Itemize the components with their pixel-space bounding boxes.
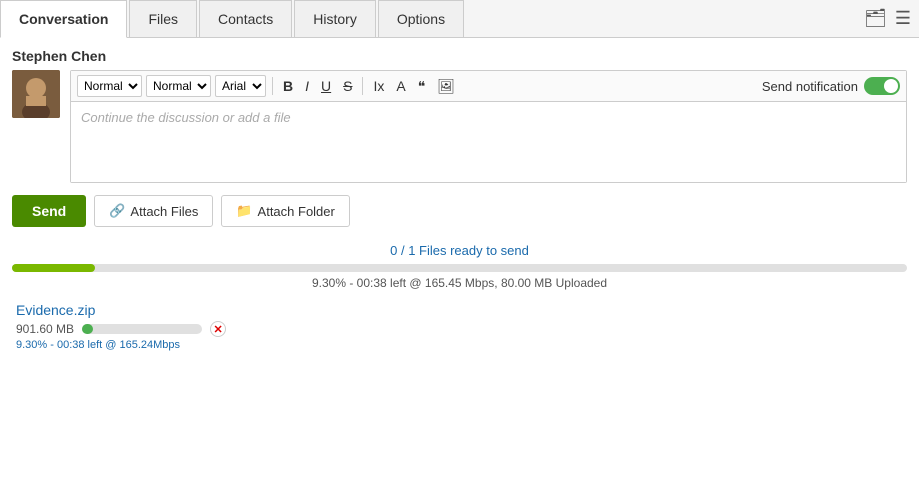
send-button[interactable]: Send bbox=[12, 195, 86, 227]
user-name: Stephen Chen bbox=[12, 48, 907, 64]
tab-options[interactable]: Options bbox=[378, 0, 464, 37]
editor-body[interactable]: Continue the discussion or add a file bbox=[71, 102, 906, 182]
italic-button[interactable]: I bbox=[301, 76, 313, 96]
paperclip-icon: 🔗 bbox=[109, 203, 125, 219]
file-item: Evidence.zip 901.60 MB ✕ 9.30% - 00:38 l… bbox=[12, 302, 907, 351]
overall-progress-fill bbox=[12, 264, 95, 272]
menu-icon[interactable]: ☰ bbox=[895, 8, 911, 29]
tab-contacts[interactable]: Contacts bbox=[199, 0, 292, 37]
files-ready-text: 0 / 1 Files ready to send bbox=[12, 243, 907, 258]
folder-icon: 📁 bbox=[236, 203, 252, 219]
attach-files-button[interactable]: 🔗 Attach Files bbox=[94, 195, 213, 227]
avatar-image bbox=[12, 70, 60, 118]
compose-area: Normal Normal Arial B I U S Ix A ❝ bbox=[12, 70, 907, 183]
file-progress-bar bbox=[82, 324, 202, 334]
file-cancel-button[interactable]: ✕ bbox=[210, 321, 226, 337]
style-select-2[interactable]: Normal bbox=[146, 75, 211, 97]
upload-detail-text: 9.30% - 00:38 left @ 165.45 Mbps, 80.00 … bbox=[12, 276, 907, 290]
attach-folder-label: Attach Folder bbox=[258, 204, 335, 219]
underline-button[interactable]: U bbox=[317, 76, 335, 96]
strikethrough-button[interactable]: S bbox=[339, 76, 356, 96]
avatar bbox=[12, 70, 60, 118]
font-select[interactable]: Arial bbox=[215, 75, 266, 97]
send-notification-toggle[interactable] bbox=[864, 77, 900, 95]
editor-wrapper: Normal Normal Arial B I U S Ix A ❝ bbox=[70, 70, 907, 183]
file-detail-text: 9.30% - 00:38 left @ 165.24Mbps bbox=[16, 339, 907, 351]
file-progress-fill bbox=[82, 324, 93, 334]
style-select-1[interactable]: Normal bbox=[77, 75, 142, 97]
tab-history[interactable]: History bbox=[294, 0, 376, 37]
send-notification-label: Send notification bbox=[762, 79, 858, 94]
file-name-link[interactable]: Evidence.zip bbox=[16, 302, 907, 318]
editor-placeholder: Continue the discussion or add a file bbox=[81, 110, 291, 125]
attach-folder-button[interactable]: 📁 Attach Folder bbox=[221, 195, 350, 227]
clear-format-button[interactable]: Ix bbox=[369, 76, 388, 96]
bold-button[interactable]: B bbox=[279, 76, 297, 96]
toolbar-separator-2 bbox=[362, 77, 363, 95]
action-row: Send 🔗 Attach Files 📁 Attach Folder bbox=[12, 195, 907, 227]
case-icon[interactable]: 🗂 bbox=[864, 8, 887, 29]
main-content: Stephen Chen Normal bbox=[0, 38, 919, 361]
image-button[interactable]: 🖼 bbox=[433, 76, 459, 97]
file-row: 901.60 MB ✕ bbox=[16, 321, 907, 337]
toolbar: Normal Normal Arial B I U S Ix A ❝ bbox=[71, 71, 906, 102]
file-size-label: 901.60 MB bbox=[16, 322, 74, 336]
file-status: 0 / 1 Files ready to send 9.30% - 00:38 … bbox=[12, 243, 907, 290]
attach-files-label: Attach Files bbox=[130, 204, 198, 219]
quote-button[interactable]: ❝ bbox=[414, 76, 430, 97]
toolbar-separator-1 bbox=[272, 77, 273, 95]
tab-files[interactable]: Files bbox=[129, 0, 197, 37]
font-color-button[interactable]: A bbox=[392, 76, 409, 96]
tab-conversation[interactable]: Conversation bbox=[0, 0, 127, 38]
send-notification-area: Send notification bbox=[762, 77, 900, 95]
overall-progress-bar bbox=[12, 264, 907, 272]
tab-bar: Conversation Files Contacts History Opti… bbox=[0, 0, 919, 38]
